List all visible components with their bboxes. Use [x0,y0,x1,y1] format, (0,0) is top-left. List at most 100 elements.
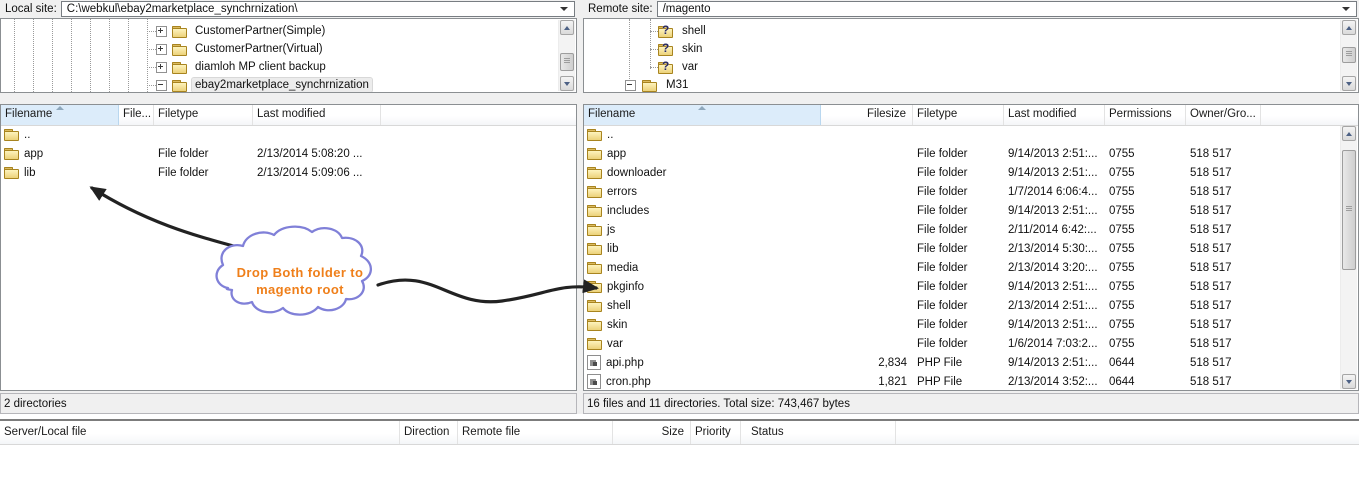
folder-icon [642,79,657,92]
local-status-text: 2 directories [4,397,67,410]
column-header-priority[interactable]: Priority [691,421,741,444]
folder-icon [172,79,187,92]
dropdown-arrow-icon[interactable] [1342,7,1350,11]
queue-header: Server/Local file Direction Remote file … [0,421,1359,445]
remote-list-header: Filename Filesize Filetype Last modified… [584,105,1358,126]
remote-status-bar: 16 files and 11 directories. Total size:… [583,393,1359,414]
tree-item[interactable]: CustomerPartner(Virtual) [1,40,558,58]
folder-icon [587,204,602,217]
question-folder-icon: ? [658,59,673,74]
file-row[interactable]: lib File folder 2/13/2014 5:30:... 0755 … [584,239,1340,258]
folder-icon [587,128,602,141]
folder-icon [172,43,187,56]
remote-status-text: 16 files and 11 directories. Total size:… [587,397,850,410]
expand-plus-icon[interactable] [156,43,167,55]
tree-item-label: var [682,61,698,73]
annotation-line1: Drop Both folder to [236,265,364,280]
file-row[interactable]: var File folder 1/6/2014 7:03:2... 0755 … [584,334,1340,353]
file-row[interactable]: shell File folder 2/13/2014 2:51:... 075… [584,296,1340,315]
folder-icon [4,147,19,160]
column-header-filesize[interactable]: File... [119,105,154,125]
file-row[interactable]: lib File folder 2/13/2014 5:09:06 ... [1,163,576,182]
folder-icon [4,128,19,141]
file-row[interactable]: .. [584,125,1340,144]
folder-icon [587,223,602,236]
php-file-icon [587,374,601,389]
column-header-filename[interactable]: Filename [584,105,821,125]
folder-icon [587,299,602,312]
column-header-filesize[interactable]: Filesize [821,105,913,125]
column-header-filename[interactable]: Filename [1,105,119,125]
tree-item-label: M31 [666,79,689,91]
column-header-remote-file[interactable]: Remote file [458,421,613,444]
file-row[interactable]: skin File folder 9/14/2013 2:51:... 0755… [584,315,1340,334]
local-site-label: Local site: [5,3,57,15]
remote-site-path: /magento [662,3,711,15]
scrollbar-thumb[interactable] [1342,47,1356,63]
file-row[interactable]: errors File folder 1/7/2014 6:06:4... 07… [584,182,1340,201]
file-row[interactable]: pkginfo File folder 9/14/2013 2:51:... 0… [584,277,1340,296]
remote-tree-scrollbar[interactable] [1340,20,1357,91]
tree-item-label: diamloh MP client backup [195,61,326,73]
column-header-direction[interactable]: Direction [400,421,458,444]
tree-item[interactable]: ? skin [584,40,1340,58]
column-header-filetype[interactable]: Filetype [913,105,1004,125]
column-header-size[interactable]: Size [613,421,691,444]
remote-site-combobox[interactable]: /magento [656,1,1357,17]
column-header-modified[interactable]: Last modified [253,105,381,125]
file-row[interactable]: cron.php 1,821 PHP File 2/13/2014 3:52:.… [584,372,1340,390]
scrollbar-thumb[interactable] [560,53,574,71]
scroll-down-icon[interactable] [560,76,574,91]
folder-icon [587,166,602,179]
folder-icon [172,25,187,38]
scroll-down-icon[interactable] [1342,374,1356,389]
folder-icon [172,61,187,74]
tree-item-selected[interactable]: ebay2marketplace_synchrnization [1,76,558,92]
column-header-permissions[interactable]: Permissions [1105,105,1186,125]
php-file-icon [587,355,601,370]
scroll-up-icon[interactable] [1342,20,1356,35]
dropdown-arrow-icon[interactable] [560,7,568,11]
expand-plus-icon[interactable] [156,61,167,73]
file-row[interactable]: api.php 2,834 PHP File 9/14/2013 2:51:..… [584,353,1340,372]
tree-item-label: ebay2marketplace_synchrnization [191,77,373,92]
remote-site-bar: Remote site: /magento [583,0,1359,18]
tree-item[interactable]: diamloh MP client backup [1,58,558,76]
expand-minus-icon[interactable] [625,79,636,91]
question-folder-icon: ? [658,23,673,38]
folder-icon [587,242,602,255]
file-row[interactable]: media File folder 2/13/2014 3:20:... 075… [584,258,1340,277]
column-header-owner[interactable]: Owner/Gro... [1186,105,1261,125]
sort-ascending-icon [55,106,64,110]
folder-icon [587,147,602,160]
expand-minus-icon[interactable] [156,79,167,91]
file-row[interactable]: downloader File folder 9/14/2013 2:51:..… [584,163,1340,182]
column-header-status[interactable]: Status [741,421,896,444]
file-row[interactable]: js File folder 2/11/2014 6:42:... 0755 5… [584,220,1340,239]
file-row[interactable]: app File folder 2/13/2014 5:08:20 ... [1,144,576,163]
filezilla-window: Local site: C:\webkul\ebay2marketplace_s… [0,0,1359,483]
tree-item-label: shell [682,25,706,37]
file-row[interactable]: .. [1,125,576,144]
scroll-down-icon[interactable] [1342,76,1356,91]
local-file-list: Filename File... Filetype Last modified … [0,104,577,391]
column-header-filetype[interactable]: Filetype [154,105,253,125]
tree-item[interactable]: ? var [584,58,1340,76]
column-header-modified[interactable]: Last modified [1004,105,1105,125]
column-header-server-local-file[interactable]: Server/Local file [0,421,400,444]
tree-item[interactable]: ? shell [584,22,1340,40]
expand-plus-icon[interactable] [156,25,167,37]
file-row[interactable]: includes File folder 9/14/2013 2:51:... … [584,201,1340,220]
scrollbar-thumb[interactable] [1342,150,1356,270]
scroll-up-icon[interactable] [1342,126,1356,141]
scroll-up-icon[interactable] [560,20,574,35]
local-tree-scrollbar[interactable] [558,20,575,91]
folder-icon [587,261,602,274]
tree-item[interactable]: CustomerPartner(Simple) [1,22,558,40]
tree-item-label: skin [682,43,703,55]
file-row[interactable]: app File folder 9/14/2013 2:51:... 0755 … [584,144,1340,163]
local-site-combobox[interactable]: C:\webkul\ebay2marketplace_synchrnizatio… [60,1,575,17]
remote-list-scrollbar[interactable] [1340,126,1357,389]
tree-item[interactable]: M31 [584,76,1340,92]
remote-tree-panel: ? shell ? skin ? var M31 [583,18,1359,93]
